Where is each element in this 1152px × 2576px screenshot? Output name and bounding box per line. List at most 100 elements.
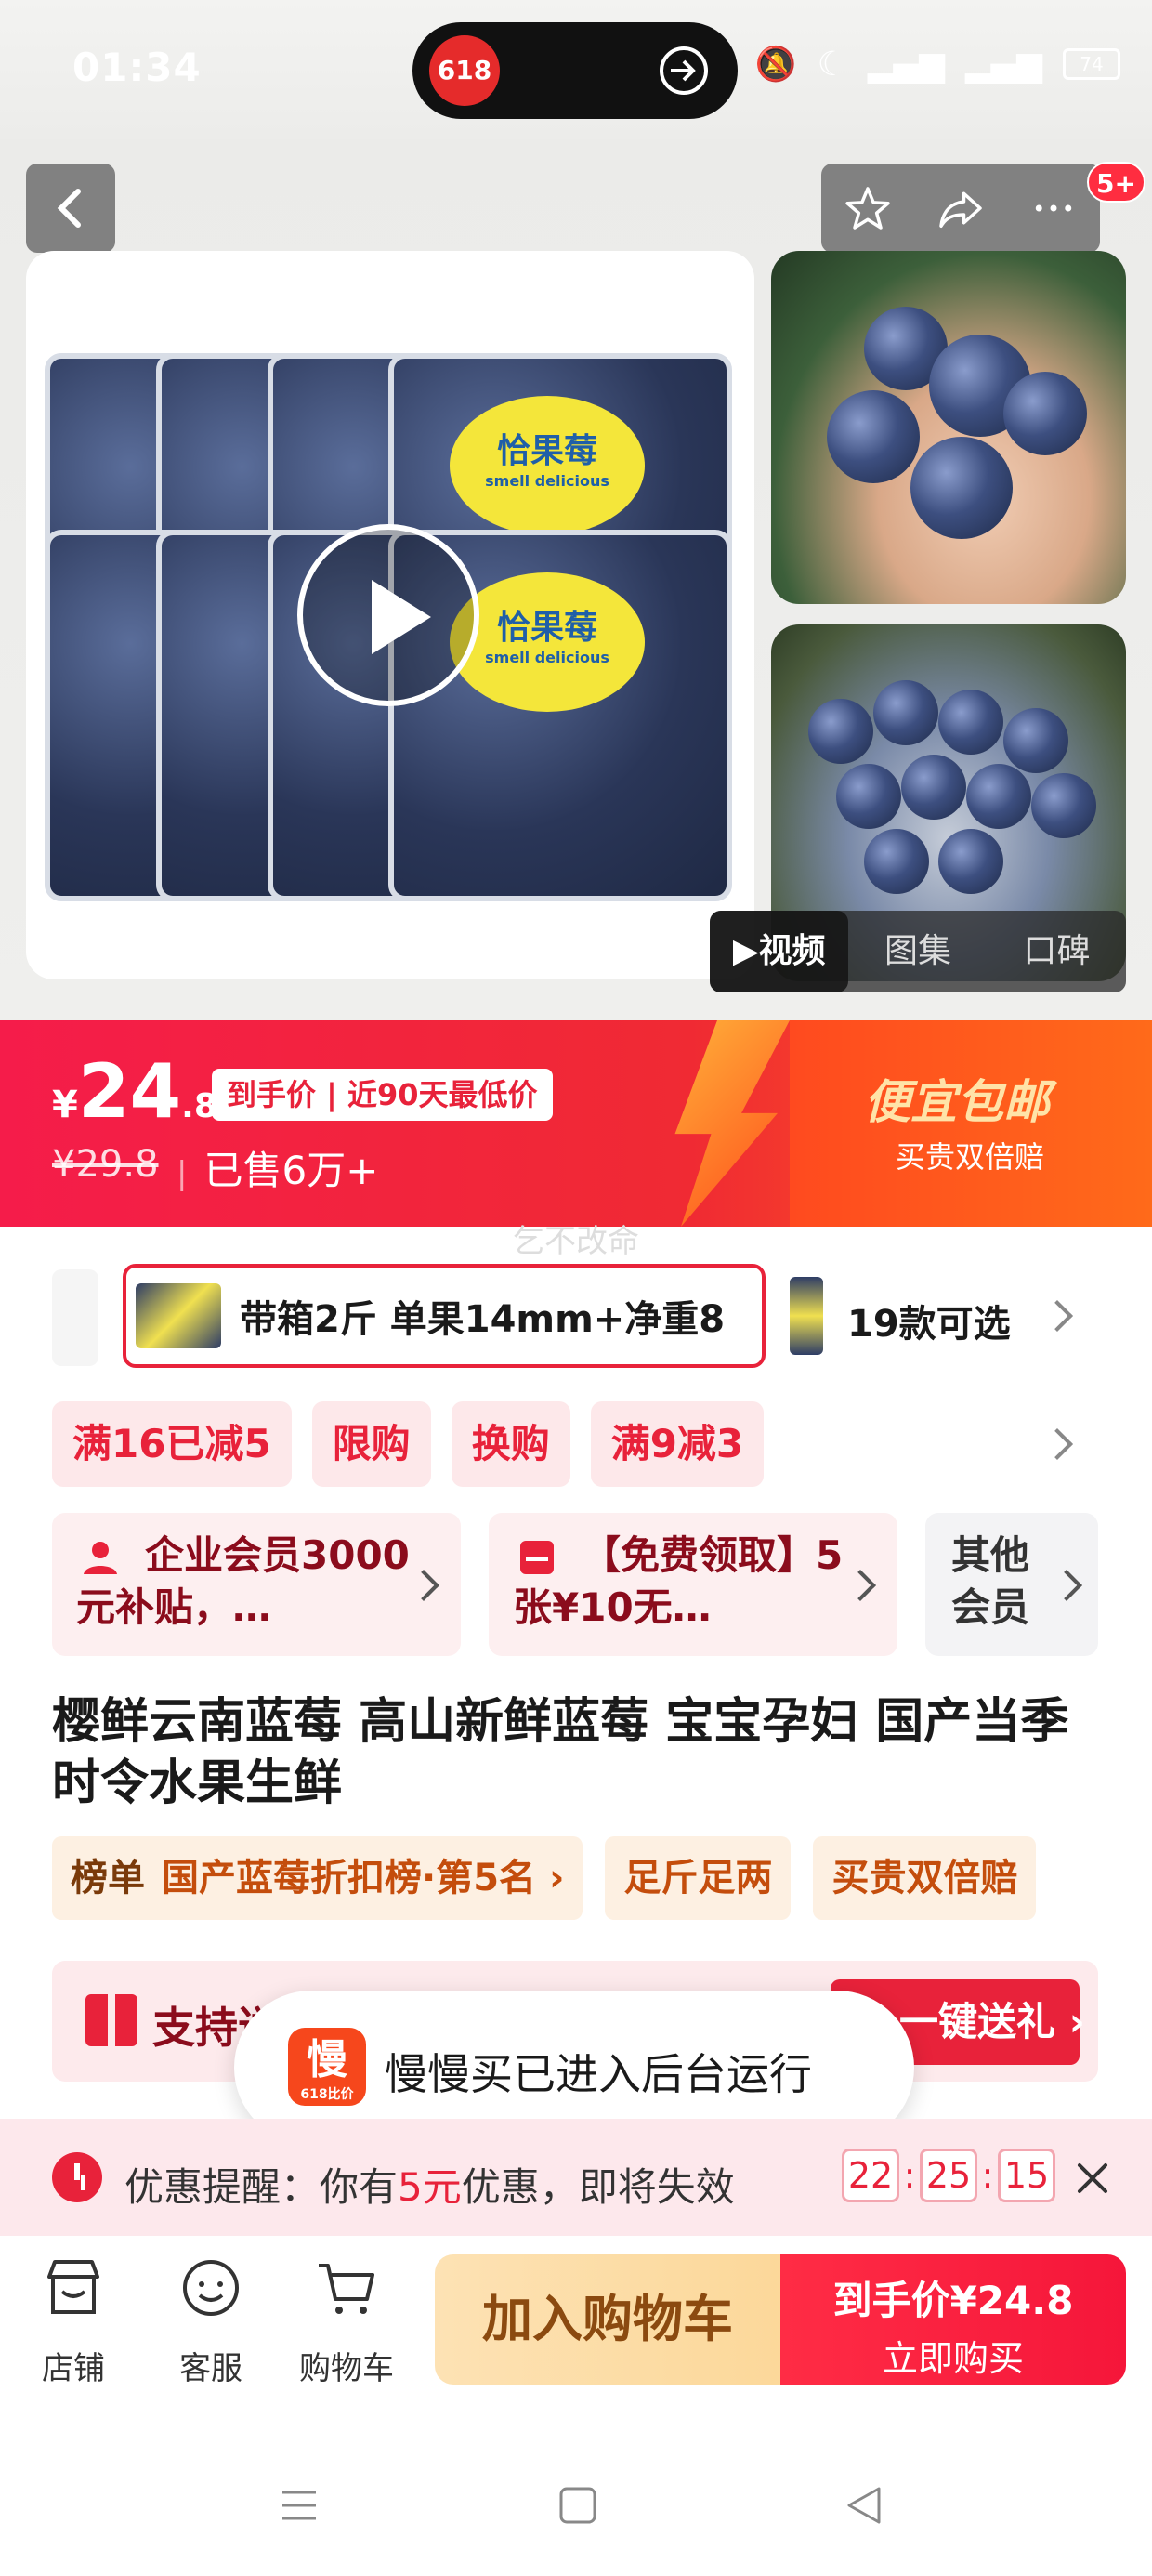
more-button[interactable] <box>1024 178 1083 238</box>
signal-icon-2: ▂▄▆ <box>964 45 1042 84</box>
reminder-text: 优惠提醒：你有5元优惠，即将失效 <box>124 2156 735 2213</box>
chevron-right-icon[interactable] <box>1041 1428 1073 1460</box>
share-button[interactable] <box>931 178 990 238</box>
discount-chip[interactable]: 满9减3 <box>590 1401 765 1487</box>
timer-minutes: 25 <box>920 2149 977 2202</box>
lowest-price-tag: 到手价 | 近90天最低价 <box>212 1069 553 1121</box>
sku-selector: 带箱2斤 单果14mm+净重8 19款可选 <box>0 1260 1152 1372</box>
blueberry <box>864 829 929 894</box>
reminder-prefix: 优惠提醒：你有 <box>124 2164 399 2210</box>
blueberry <box>938 829 1003 894</box>
notification-badge: 5+ <box>1087 162 1145 203</box>
status-time: 01:34 <box>72 45 202 90</box>
blueberry <box>901 755 966 820</box>
current-price: ¥24.8 <box>52 1048 217 1135</box>
battery-icon: 74 <box>1063 48 1120 80</box>
dynamic-island[interactable]: 618 <box>412 22 738 119</box>
sku-count[interactable]: 19款可选 <box>847 1294 1011 1347</box>
logo-sub: 618比价 <box>300 2087 354 2102</box>
discount-chip[interactable]: 满16已减5 <box>52 1401 292 1487</box>
benefit-text: 企业会员3000元补贴，… <box>76 1532 410 1630</box>
discount-chip[interactable]: 限购 <box>311 1401 431 1487</box>
ranking-text: 国产蓝莓折扣榜·第5名 <box>162 1857 537 1899</box>
tab-video[interactable]: ▶视频 <box>710 911 849 992</box>
cart-icon <box>319 2264 374 2314</box>
cart-nav-button[interactable]: 购物车 <box>295 2254 398 2388</box>
signal-icon: ▂▄▆ <box>867 45 945 84</box>
brand-name: 恰果莓 <box>496 609 597 647</box>
timer-separator: : <box>981 2155 994 2196</box>
full-weight-tag[interactable]: 足斤足两 <box>605 1836 792 1920</box>
system-nav-bar <box>0 2427 1152 2576</box>
blueberry <box>966 764 1031 829</box>
favorite-button[interactable] <box>838 178 897 238</box>
blueberry <box>836 764 901 829</box>
sku-option-next[interactable] <box>790 1277 823 1355</box>
discount-chips: 满16已减5 限购 换购 满9减3 <box>52 1401 765 1487</box>
tab-gallery[interactable]: 图集 <box>848 911 987 992</box>
customer-service-button[interactable]: 客服 <box>160 2254 262 2388</box>
shop-label: 店铺 <box>42 2350 105 2387</box>
timer-seconds: 15 <box>998 2149 1055 2202</box>
discount-reminder-bar[interactable]: 优惠提醒：你有5元优惠，即将失效 22 : 25 : 15 <box>0 2119 1152 2236</box>
sku-thumbnail <box>136 1283 221 1348</box>
product-title: 樱鲜云南蓝莓 高山新鲜蓝莓 宝宝孕妇 国产当季时令水果生鲜 <box>52 1694 1069 1811</box>
top-actions <box>821 164 1100 253</box>
benefit-other-text: 其他会员 <box>951 1532 1030 1630</box>
lightning-icon <box>674 1020 790 1227</box>
mute-icon: 🔕 <box>754 46 797 84</box>
gift-icon <box>85 1994 137 2046</box>
blueberry <box>1003 372 1087 455</box>
blueberry <box>808 699 873 764</box>
sold-count: 已售6万+ <box>177 1139 378 1196</box>
tab-reviews[interactable]: 口碑 <box>988 911 1126 992</box>
status-bar: 01:34 618 🔕 ☾ ▂▄▆ ▂▄▆ 74 <box>0 0 1152 139</box>
manmanmai-logo-icon: 慢 618比价 <box>288 2028 366 2106</box>
main-product-image[interactable]: 恰果莓 smell delicious 恰果莓 smell delicious <box>26 251 754 979</box>
ranking-tag[interactable]: 榜单 国产蓝莓折扣榜·第5名 › <box>52 1836 583 1920</box>
benefit-text: 【免费领取】5张¥10无… <box>513 1532 844 1630</box>
cart-label: 购物车 <box>299 2350 394 2387</box>
sku-label: 带箱2斤 单果14mm+净重8 <box>240 1298 726 1341</box>
price-guarantee-tag[interactable]: 买贵双倍赔 <box>813 1836 1037 1920</box>
shop-button[interactable]: 店铺 <box>22 2254 124 2388</box>
add-to-cart-button[interactable]: 加入购物车 <box>435 2254 780 2385</box>
shop-icon <box>47 2260 99 2314</box>
price-currency: ¥ <box>52 1084 78 1126</box>
ranking-lead: 榜单 <box>71 1857 145 1899</box>
close-icon[interactable] <box>1070 2156 1115 2201</box>
chevron-left-icon <box>57 189 81 228</box>
back-button[interactable] <box>26 164 115 253</box>
sku-option-previous[interactable] <box>52 1269 98 1366</box>
price-band: ¥24.8 到手价 | 近90天最低价 ¥29.8 已售6万+ 便宜包邮 买贵双… <box>0 1020 1152 1227</box>
home-icon[interactable] <box>556 2483 600 2528</box>
promo-title: 便宜包邮 <box>864 1075 1050 1129</box>
app-618-icon[interactable]: 618 <box>429 35 500 106</box>
exit-icon[interactable] <box>656 43 712 99</box>
share-icon <box>939 191 982 228</box>
star-icon <box>845 187 890 230</box>
menu-icon[interactable] <box>277 2483 321 2528</box>
buy-now-button[interactable]: 到手价¥24.8 立即购买 <box>780 2254 1126 2385</box>
blueberry <box>873 680 938 745</box>
benefit-card-other[interactable]: 其他会员 <box>925 1513 1098 1656</box>
chevron-right-icon[interactable] <box>1041 1300 1073 1332</box>
benefit-card-coupon[interactable]: 【免费领取】5张¥10无… <box>489 1513 897 1656</box>
sku-option-selected[interactable]: 带箱2斤 单果14mm+净重8 <box>123 1264 766 1368</box>
buy-label: 立即购买 <box>882 2338 1024 2379</box>
play-video-icon[interactable] <box>297 524 479 706</box>
blueberry <box>1003 708 1068 773</box>
benefit-card-enterprise[interactable]: 企业会员3000元补贴，… <box>52 1513 461 1656</box>
buy-price: 到手价¥24.8 <box>832 2278 1074 2323</box>
system-icons: 🔕 ☾ ▂▄▆ ▂▄▆ 74 <box>755 45 1120 84</box>
brand-tagline: smell delicious <box>485 649 609 666</box>
back-icon[interactable] <box>842 2483 886 2528</box>
gallery-thumbnail-hand[interactable] <box>771 251 1126 604</box>
blueberry <box>827 390 920 483</box>
discount-chip[interactable]: 换购 <box>451 1401 570 1487</box>
media-tabs: ▶视频 图集 口碑 <box>710 911 1126 992</box>
chevron-right-icon <box>1051 1570 1082 1601</box>
original-price: ¥29.8 <box>52 1143 159 1186</box>
moon-icon: ☾ <box>817 45 847 84</box>
price-integer: 24 <box>77 1048 182 1135</box>
